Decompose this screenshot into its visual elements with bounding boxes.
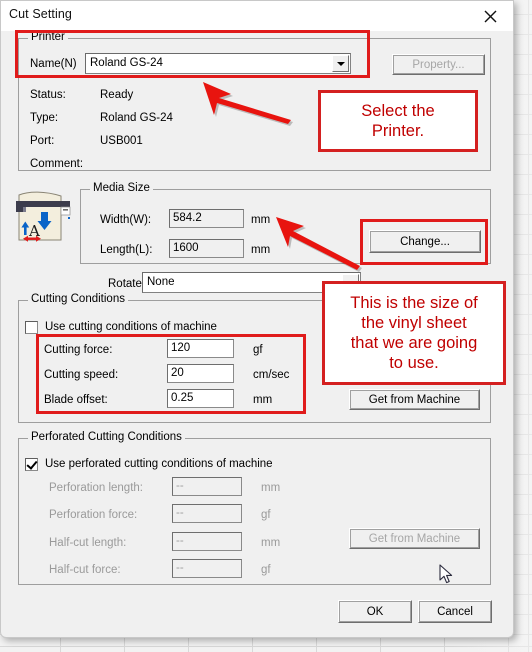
printer-comment-label: Comment: xyxy=(30,158,84,170)
cutting-speed-input[interactable]: 20 xyxy=(167,364,234,383)
perforation-length-unit: mm xyxy=(261,482,281,494)
printer-port-value: USB001 xyxy=(100,135,143,147)
cutting-speed-unit: cm/sec xyxy=(253,369,290,381)
dialog-titlebar: Cut Setting xyxy=(1,1,513,31)
cutting-force-value: 120 xyxy=(171,342,191,354)
half-cut-length-unit: mm xyxy=(261,537,281,549)
annotation-note-media-line3: that we are going xyxy=(350,334,478,352)
printer-type-label: Type: xyxy=(30,112,59,124)
perforation-force-value: -- xyxy=(176,507,184,519)
dialog-title: Cut Setting xyxy=(9,7,72,21)
property-button[interactable]: Property... xyxy=(392,54,485,75)
close-icon[interactable] xyxy=(468,1,513,31)
use-cutting-conditions-label: Use cutting conditions of machine xyxy=(45,321,217,333)
annotation-note-printer-line1: Select the xyxy=(361,102,435,120)
rotate-label: Rotate: xyxy=(108,278,146,290)
get-from-machine-label-perforated: Get from Machine xyxy=(368,532,461,545)
media-width-label: Width(W): xyxy=(100,214,152,226)
cancel-button-label: Cancel xyxy=(437,605,473,618)
media-size-legend: Media Size xyxy=(90,182,153,194)
half-cut-force-label: Half-cut force: xyxy=(49,564,121,576)
cutting-force-input[interactable]: 120 xyxy=(167,339,234,358)
cutting-speed-value: 20 xyxy=(171,367,184,379)
media-width-input[interactable]: 584.2 xyxy=(169,209,244,228)
get-from-machine-button-cutting[interactable]: Get from Machine xyxy=(349,389,480,410)
get-from-machine-label: Get from Machine xyxy=(368,393,461,406)
half-cut-length-input[interactable]: -- xyxy=(172,532,242,551)
blade-offset-input[interactable]: 0.25 xyxy=(167,389,234,408)
media-length-unit: mm xyxy=(251,244,271,256)
printer-type-value: Roland GS-24 xyxy=(100,112,173,124)
chevron-down-icon[interactable] xyxy=(332,55,349,72)
use-cutting-conditions-checkbox[interactable] xyxy=(25,321,38,334)
perforated-conditions-legend: Perforated Cutting Conditions xyxy=(28,431,185,443)
media-width-unit: mm xyxy=(251,214,271,226)
media-length-input[interactable]: 1600 xyxy=(169,239,244,258)
property-button-label: Property... xyxy=(412,58,465,71)
cancel-button[interactable]: Cancel xyxy=(418,600,492,623)
half-cut-length-label: Half-cut length: xyxy=(49,537,127,549)
perforation-length-value: -- xyxy=(176,480,184,492)
cutting-conditions-legend: Cutting Conditions xyxy=(28,293,128,305)
rotate-value: None xyxy=(147,276,175,288)
blade-offset-label: Blade offset: xyxy=(44,394,108,406)
get-from-machine-button-perforated[interactable]: Get from Machine xyxy=(349,528,480,549)
printer-name-label: Name(N) xyxy=(30,58,77,70)
printer-status-label: Status: xyxy=(30,89,66,101)
change-button[interactable]: Change... xyxy=(369,230,481,253)
printer-name-combo[interactable]: Roland GS-24 xyxy=(85,53,351,74)
perforation-force-input[interactable]: -- xyxy=(172,504,242,523)
use-perforated-conditions-label: Use perforated cutting conditions of mac… xyxy=(45,458,273,470)
annotation-note-media: This is the size of the vinyl sheet that… xyxy=(322,281,506,385)
annotation-note-printer: Select the Printer. xyxy=(318,90,478,152)
cutting-speed-label: Cutting speed: xyxy=(44,369,119,381)
blade-offset-unit: mm xyxy=(253,394,273,406)
media-sheet-icon: A xyxy=(16,191,71,242)
printer-status-value: Ready xyxy=(100,89,134,101)
media-length-label: Length(L): xyxy=(100,244,153,256)
printer-group-legend: Printer xyxy=(28,31,68,43)
cutting-force-unit: gf xyxy=(253,344,263,356)
blade-offset-value: 0.25 xyxy=(171,392,194,404)
perforation-length-label: Perforation length: xyxy=(49,482,143,494)
annotation-note-media-line2: the vinyl sheet xyxy=(361,314,467,332)
change-button-label: Change... xyxy=(400,235,450,248)
mouse-pointer-icon xyxy=(439,564,453,584)
printer-port-label: Port: xyxy=(30,135,55,147)
close-x-glyph xyxy=(484,10,497,22)
cutting-force-label: Cutting force: xyxy=(44,344,113,356)
media-width-value: 584.2 xyxy=(173,212,202,224)
annotation-note-media-line4: to use. xyxy=(389,354,439,372)
perforation-force-label: Perforation force: xyxy=(49,509,138,521)
perforation-length-input[interactable]: -- xyxy=(172,477,242,496)
half-cut-force-unit: gf xyxy=(261,564,271,576)
half-cut-length-value: -- xyxy=(176,535,184,547)
use-perforated-conditions-checkbox[interactable] xyxy=(25,458,38,471)
printer-name-value: Roland GS-24 xyxy=(90,57,163,69)
perforation-force-unit: gf xyxy=(261,509,271,521)
ok-button[interactable]: OK xyxy=(338,600,412,623)
ok-button-label: OK xyxy=(366,605,384,618)
annotation-note-media-line1: This is the size of xyxy=(350,294,478,312)
annotation-note-printer-line2: Printer. xyxy=(371,122,425,140)
media-length-value: 1600 xyxy=(173,242,199,254)
half-cut-force-value: -- xyxy=(176,562,184,574)
half-cut-force-input[interactable]: -- xyxy=(172,559,242,578)
